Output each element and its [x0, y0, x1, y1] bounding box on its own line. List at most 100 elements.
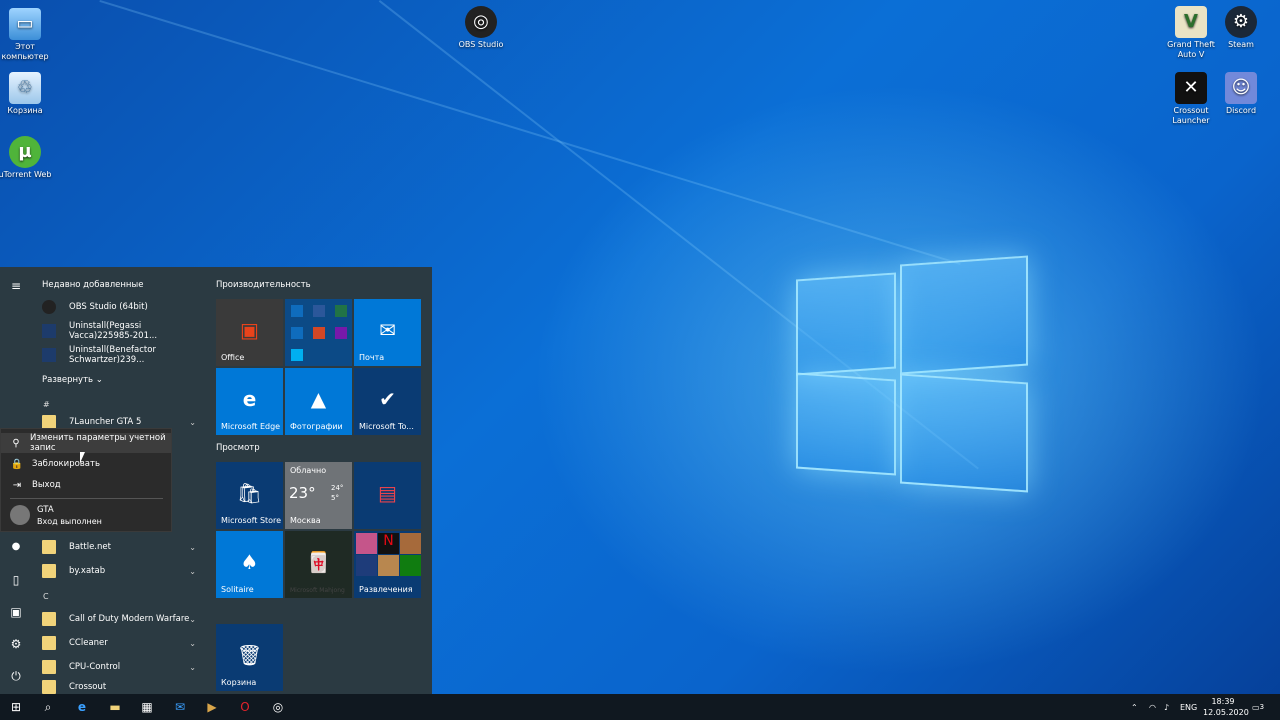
clock[interactable]: 18:39 12.05.2020	[1203, 696, 1249, 718]
pictures-icon[interactable]: ▣	[8, 605, 24, 621]
mail-icon[interactable]: ✉	[170, 697, 190, 717]
tile-store[interactable]: 🛍 Microsoft Store	[216, 462, 283, 529]
excel-icon	[335, 305, 347, 317]
list-item[interactable]: by.xatab ⌄	[42, 560, 202, 582]
desktop-icon-recycle-bin[interactable]: ♲ Корзина	[0, 72, 55, 116]
power-icon[interactable]: ⏻	[8, 669, 24, 685]
taskbar: ⊞ ⌕ e ▬ ▦ ✉ ▶ O ◎ ⌃ ◠ ♪ ENG 18:39 12.05.…	[0, 694, 1280, 720]
user-status: Вход выполнен	[37, 517, 102, 526]
photos-icon: ▲	[310, 386, 327, 411]
dolby-icon	[356, 555, 377, 576]
settings-gear-icon[interactable]: ⚙	[8, 637, 24, 653]
desktop-icon-steam[interactable]: ⚙ Steam	[1211, 6, 1271, 50]
mouse-cursor	[80, 452, 85, 463]
recent-title: Недавно добавленные	[42, 280, 144, 290]
language-indicator[interactable]: ENG	[1180, 694, 1197, 720]
weather-temp: 23°	[289, 484, 316, 502]
tray-chevron-up-icon[interactable]: ⌃	[1131, 694, 1138, 720]
onenote-icon	[335, 327, 347, 339]
change-account-settings-item[interactable]: ⚲ Изменить параметры учетной запис	[1, 433, 171, 453]
chevron-down-icon: ⌄	[189, 638, 196, 648]
steam-icon: ⚙	[1225, 6, 1257, 38]
search-icon[interactable]: ⌕	[38, 697, 58, 717]
group-title-explore[interactable]: Просмотр	[216, 443, 260, 453]
hamburger-menu-icon[interactable]: ≡	[8, 279, 24, 295]
list-item[interactable]: CPU-Control ⌄	[42, 656, 202, 678]
store-icon[interactable]: ▦	[137, 697, 157, 717]
mahjong-icon: 🀄	[306, 549, 331, 574]
notifications-icon[interactable]: ▭ 3	[1252, 694, 1264, 720]
user-avatar-icon[interactable]: ●	[8, 541, 24, 557]
tile-office[interactable]: ▣ Office	[216, 299, 283, 366]
list-item[interactable]: Uninstall(Pegassi Vacca)225985-201...	[42, 320, 202, 342]
xbox-icon	[400, 555, 421, 576]
file-explorer-icon[interactable]: ▬	[105, 697, 125, 717]
list-item[interactable]: Call of Duty Modern Warfare ⌄	[42, 608, 202, 630]
tile-photos[interactable]: ▲ Фотографии	[285, 368, 352, 435]
desktop-icon-utorrent[interactable]: µ uTorrent Web	[0, 136, 55, 180]
game-icon	[400, 533, 421, 554]
recycle-bin-icon: ♲	[9, 72, 41, 104]
utorrent-icon: µ	[9, 136, 41, 168]
desktop-icon-this-pc[interactable]: ▭ Этот компьютер	[0, 8, 55, 62]
tile-mahjong[interactable]: 🀄 Microsoft Mahjong	[285, 531, 352, 598]
avatar[interactable]	[10, 505, 30, 525]
list-item[interactable]: Uninstall(Benefactor Schwartzer)239...	[42, 344, 202, 366]
desktop-icon-obs[interactable]: ◎ OBS Studio	[451, 6, 511, 50]
store-bag-icon: 🛍	[236, 480, 263, 505]
list-item[interactable]: Crossout	[42, 680, 202, 694]
user-settings-icon: ⚲	[12, 437, 20, 449]
opera-icon[interactable]: O	[235, 697, 255, 717]
tile-todo[interactable]: ✔ Microsoft To...	[354, 368, 421, 435]
outlook-icon	[291, 305, 303, 317]
powerpoint-icon	[313, 327, 325, 339]
letter-header[interactable]: #	[43, 400, 50, 409]
edge-icon[interactable]: e	[72, 697, 92, 717]
lock-icon: 🔒	[10, 458, 24, 470]
windows-logo	[796, 255, 1028, 493]
user-name: GTA	[37, 505, 54, 515]
divider	[10, 498, 163, 499]
uninstall-icon	[42, 348, 56, 362]
sign-out-icon: ⇥	[12, 479, 22, 491]
folder-icon	[42, 540, 56, 554]
tile-solitaire[interactable]: ♠ Solitaire	[216, 531, 283, 598]
gta5-icon: V	[1175, 6, 1207, 38]
expand-button[interactable]: Развернуть ⌄	[42, 375, 103, 385]
obs-studio-icon: ◎	[465, 6, 497, 38]
network-icon[interactable]: ◠	[1149, 694, 1156, 720]
list-item[interactable]: OBS Studio (64bit)	[42, 296, 202, 318]
tile-play[interactable]: N Развлечения	[354, 531, 421, 598]
this-pc-icon: ▭	[9, 8, 41, 40]
skype-icon	[291, 349, 303, 361]
light-beam	[99, 0, 961, 266]
letter-header[interactable]: C	[43, 592, 49, 601]
sign-out-item[interactable]: ⇥ Выход	[1, 475, 171, 495]
group-title-productivity[interactable]: Производительность	[216, 280, 311, 290]
tile-mail[interactable]: ✉ Почта	[354, 299, 421, 366]
discord-icon: ☺	[1225, 72, 1257, 104]
netflix-icon: N	[378, 533, 399, 554]
chevron-down-icon: ⌄	[189, 566, 196, 576]
tile-edge[interactable]: e Microsoft Edge	[216, 368, 283, 435]
list-item[interactable]: Battle.net ⌄	[42, 536, 202, 558]
onedrive-icon	[291, 327, 303, 339]
obs-studio-icon[interactable]: ◎	[268, 697, 288, 717]
start-button[interactable]: ⊞	[6, 697, 26, 717]
tile-weather[interactable]: Облачно 23° 24° 5° Москва	[285, 462, 352, 529]
tile-office-apps[interactable]	[285, 299, 352, 366]
documents-icon[interactable]: ▯	[8, 573, 24, 589]
account-popup: ⚲ Изменить параметры учетной запис 🔒 Заб…	[0, 428, 172, 532]
desktop-icon-discord[interactable]: ☺ Discord	[1211, 72, 1271, 116]
edge-icon: e	[242, 386, 257, 411]
folder-icon	[42, 612, 56, 626]
crossout-icon: ✕	[1175, 72, 1207, 104]
tile-recycle-bin[interactable]: 🗑 Корзина	[216, 624, 283, 691]
lock-item[interactable]: 🔒 Заблокировать	[1, 454, 171, 474]
volume-icon[interactable]: ♪	[1164, 694, 1169, 720]
list-item[interactable]: CCleaner ⌄	[42, 632, 202, 654]
media-player-icon[interactable]: ▶	[202, 697, 222, 717]
obs-studio-icon	[42, 300, 56, 314]
chevron-down-icon: ⌄	[189, 614, 196, 624]
tile-news[interactable]: ▤	[354, 462, 421, 529]
